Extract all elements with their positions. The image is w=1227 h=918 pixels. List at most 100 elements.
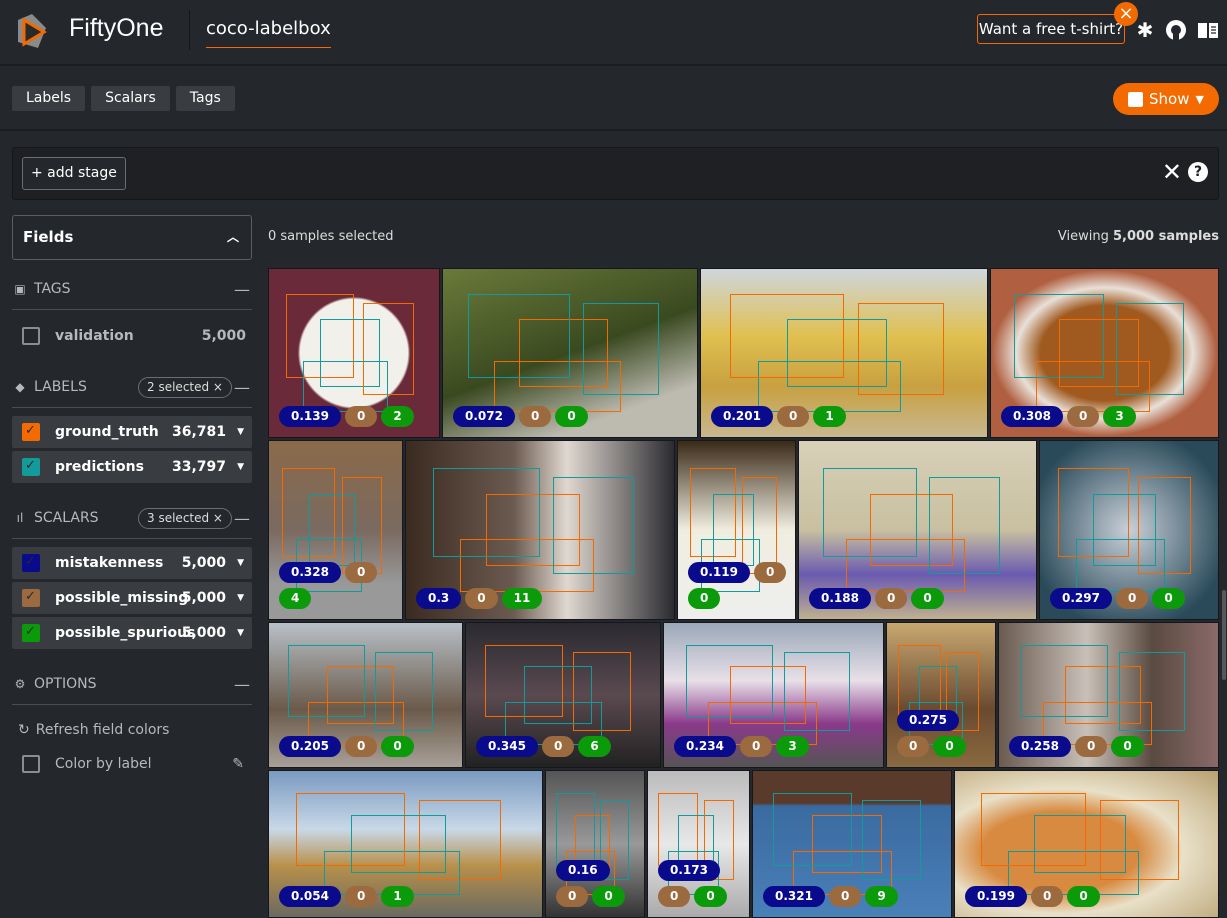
chevron-up-icon[interactable]: ︿	[227, 216, 239, 259]
sample-tile[interactable]: 0.173 0 0	[647, 770, 750, 918]
show-button[interactable]: Show ▼	[1113, 83, 1219, 115]
field-row-possible-spurious[interactable]: ✓ possible_spurious 5,000 ▼	[12, 617, 252, 649]
dropdown-arrow-icon[interactable]: ▼	[237, 462, 244, 472]
help-icon[interactable]: ?	[1188, 162, 1208, 182]
collapse-icon[interactable]: —	[234, 675, 250, 694]
add-stage-button[interactable]: + add stage	[22, 157, 126, 190]
refresh-label: Refresh field colors	[35, 722, 170, 738]
checkbox[interactable]: ✓	[22, 589, 40, 607]
scrollbar[interactable]	[1222, 590, 1226, 680]
sample-tile[interactable]: 0.275 0 0	[886, 622, 996, 768]
paintbrush-icon[interactable]: ✎	[232, 756, 244, 772]
checkbox[interactable]	[22, 327, 40, 345]
field-label: mistakenness	[55, 555, 164, 571]
sample-tile[interactable]: 0.308 0 3	[990, 268, 1219, 438]
sample-tile[interactable]: 0.139 0 2	[268, 268, 440, 438]
dropdown-arrow-icon[interactable]: ▼	[237, 628, 244, 638]
checkbox[interactable]: ✓	[22, 423, 40, 441]
badge-row: 0.328 0 4	[279, 562, 396, 609]
section-title: SCALARS	[34, 509, 99, 526]
mistakenness-badge: 0.275	[897, 710, 959, 731]
labels-section-header: ◆ LABELS 2 selected × —	[12, 366, 252, 408]
brand-name[interactable]: FiftyOne	[69, 14, 163, 43]
github-icon[interactable]	[1164, 18, 1188, 42]
sample-tile[interactable]: 0.345 0 6	[465, 622, 661, 768]
field-row-possible-missing[interactable]: ✓ possible_missing 5,000 ▼	[12, 582, 252, 614]
field-row-predictions[interactable]: ✓ predictions 33,797 ▼	[12, 451, 252, 483]
field-label: possible_spurious	[55, 625, 196, 641]
docs-book-icon[interactable]	[1196, 18, 1220, 42]
dataset-selector[interactable]: coco-labelbox	[206, 18, 331, 48]
sample-tile[interactable]: 0.205 0 0	[268, 622, 463, 768]
sample-tile[interactable]: 0.321 0 9	[752, 770, 952, 918]
view-tabs: Labels Scalars Tags	[12, 86, 235, 111]
bar-chart-icon	[1128, 91, 1144, 107]
sample-tile[interactable]: 0.258 0 0	[998, 622, 1219, 768]
sample-tile[interactable]: 0.16 0 0	[545, 770, 645, 918]
possible-missing-badge: 0	[1115, 588, 1149, 609]
possible-missing-badge: 0	[518, 406, 552, 427]
sample-tile[interactable]: 0.188 0 0	[798, 440, 1037, 620]
collapse-icon[interactable]: —	[234, 378, 250, 397]
possible-missing-badge: 0	[541, 736, 575, 757]
options-section-header: ⚙ OPTIONS —	[12, 663, 252, 705]
section-title: OPTIONS	[34, 675, 97, 692]
viewing-prefix: Viewing	[1057, 229, 1113, 244]
collapse-icon[interactable]: —	[234, 509, 250, 528]
badge-row: 0.234 0 3	[674, 736, 877, 757]
possible-spurious-badge: 3	[776, 736, 809, 757]
sample-tile[interactable]: 0.3 0 11	[405, 440, 675, 620]
dropdown-arrow-icon[interactable]: ▼	[237, 593, 244, 603]
possible-missing-badge: 0	[344, 562, 378, 583]
field-count: 5,000	[181, 625, 226, 641]
badge-row: 0.297 0 0	[1050, 588, 1212, 609]
sample-tile[interactable]: 0.072 0 0	[442, 268, 698, 438]
sample-tile[interactable]: 0.054 0 1	[268, 770, 543, 918]
tshirt-promo-button[interactable]: Want a free t-shirt?	[977, 14, 1125, 44]
possible-spurious-badge: 1	[813, 406, 846, 427]
possible-missing-badge: 0	[465, 588, 498, 609]
field-label: predictions	[55, 459, 144, 475]
checkbox[interactable]: ✓	[22, 554, 40, 572]
collapse-icon[interactable]: —	[234, 280, 250, 299]
clear-stages-icon[interactable]: ✕	[1162, 160, 1182, 184]
sample-tile[interactable]: 0.199 0 0	[954, 770, 1219, 918]
sample-tile[interactable]: 0.119 0 0	[677, 440, 796, 620]
sample-tile[interactable]: 0.201 0 1	[700, 268, 988, 438]
sample-tile[interactable]: 0.297 0 0	[1039, 440, 1219, 620]
mistakenness-badge: 0.072	[453, 406, 515, 427]
checkbox[interactable]: ✓	[22, 458, 40, 476]
possible-spurious-badge: 0	[381, 736, 414, 757]
badge-row: 0.072 0 0	[453, 406, 691, 427]
scalars-selected-pill[interactable]: 3 selected ×	[138, 508, 232, 529]
prediction-bbox	[524, 666, 593, 724]
tab-scalars[interactable]: Scalars	[91, 86, 170, 111]
viewing-number: 5,000 samples	[1112, 229, 1219, 244]
possible-spurious-badge: 4	[279, 588, 312, 609]
dropdown-arrow-icon[interactable]: ▼	[237, 427, 244, 437]
possible-spurious-badge: 0	[1152, 588, 1185, 609]
badge-row: 0.201 0 1	[711, 406, 981, 427]
tag-row-validation[interactable]: validation 5,000	[12, 320, 252, 352]
labels-selected-pill[interactable]: 2 selected ×	[138, 377, 232, 398]
tab-labels[interactable]: Labels	[12, 86, 86, 111]
sample-tile[interactable]: 0.234 0 3	[663, 622, 884, 768]
color-by-label-toggle[interactable]: Color by label ✎	[12, 747, 252, 781]
dropdown-arrow-icon[interactable]: ▼	[237, 558, 244, 568]
prediction-bbox	[784, 651, 851, 731]
slack-icon[interactable]: ✱	[1133, 18, 1157, 42]
prediction-bbox	[288, 644, 366, 717]
field-row-ground-truth[interactable]: ✓ ground_truth 36,781 ▼	[12, 416, 252, 448]
mistakenness-badge: 0.201	[711, 406, 773, 427]
prediction-bbox	[1033, 814, 1126, 874]
possible-missing-badge: 0	[344, 736, 378, 757]
tab-tags[interactable]: Tags	[175, 86, 235, 111]
prediction-bbox	[929, 476, 1001, 575]
checkbox[interactable]: ✓	[22, 624, 40, 642]
scalars-section-header: ıl SCALARS 3 selected × —	[12, 497, 252, 539]
fields-header[interactable]: Fields ︿	[12, 215, 252, 260]
field-row-mistakenness[interactable]: ✓ mistakenness 5,000 ▼	[12, 547, 252, 579]
checkbox[interactable]	[22, 755, 40, 773]
sample-tile[interactable]: 0.328 0 4	[268, 440, 403, 620]
refresh-field-colors-button[interactable]: ↻ Refresh field colors	[12, 713, 252, 747]
